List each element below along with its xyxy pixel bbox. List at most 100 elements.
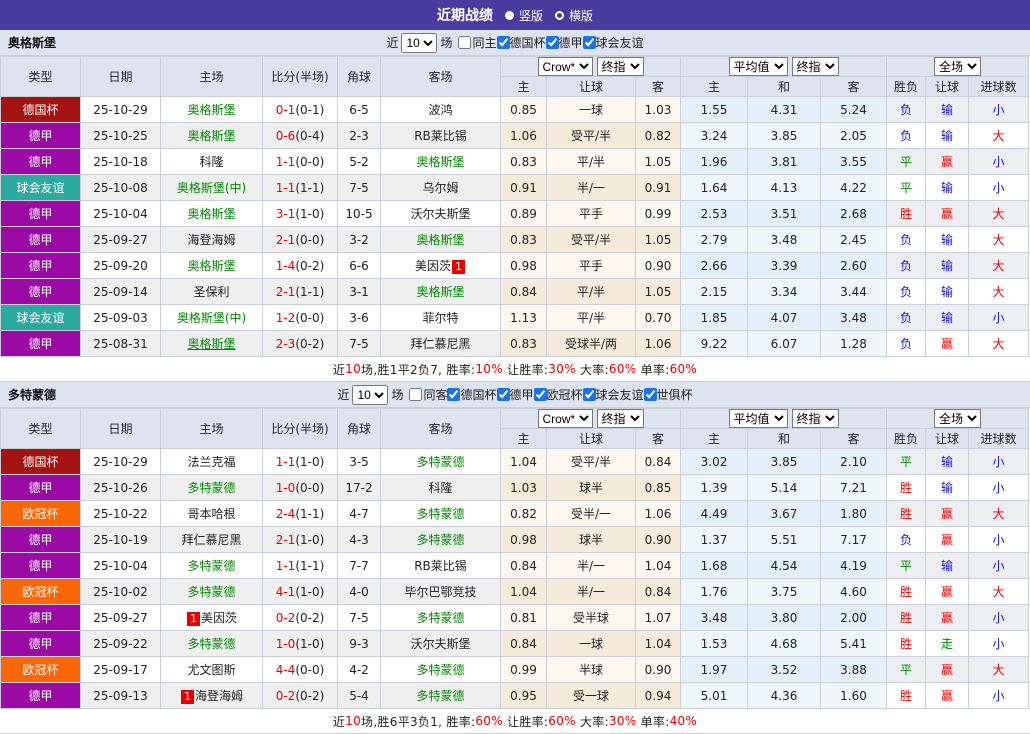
- league-checkbox[interactable]: [496, 36, 510, 49]
- team-link[interactable]: 多特蒙德: [187, 559, 235, 573]
- result-handicap: 输: [925, 474, 970, 501]
- league-checkbox[interactable]: [582, 388, 596, 401]
- result-handicap-value: 输: [941, 455, 954, 469]
- avg-away: 7.21: [819, 474, 888, 501]
- away-team: 乌尔姆: [380, 174, 501, 201]
- match-row: 德甲 25-10-19 拜仁慕尼黑 2-1(1-0) 4-3 多特蒙德 0.98 球半 0.90…: [0, 526, 1030, 553]
- scope-group-header: 全场: [886, 408, 1030, 429]
- same-venue-checkbox[interactable]: [409, 388, 423, 401]
- odds-away: 1.06: [635, 330, 681, 357]
- league-filter-1[interactable]: 德甲: [496, 386, 534, 403]
- team-link[interactable]: 奥格斯堡: [187, 207, 235, 221]
- same-venue-filter[interactable]: 同主: [452, 34, 497, 51]
- bookmaker-select[interactable]: Crow*: [537, 57, 593, 76]
- team-link[interactable]: 多特蒙德: [416, 611, 464, 625]
- league-badge: 欧冠杯: [0, 500, 81, 527]
- team-link[interactable]: RB莱比锡: [414, 559, 467, 573]
- team-link[interactable]: 法兰克福: [187, 455, 235, 469]
- team-link[interactable]: 乌尔姆: [422, 181, 458, 195]
- team-link[interactable]: 多特蒙德: [187, 481, 235, 495]
- league-filter-3[interactable]: 球会友谊: [582, 386, 644, 403]
- league-checkbox[interactable]: [545, 36, 559, 49]
- league-checkbox[interactable]: [533, 388, 547, 401]
- team-link[interactable]: 奥格斯堡(中): [177, 181, 246, 195]
- team-link[interactable]: 多特蒙德: [416, 689, 464, 703]
- avg-stage-select[interactable]: 终指: [791, 409, 839, 428]
- scope-select[interactable]: 全场: [934, 409, 982, 428]
- league-filter-0[interactable]: 德国杯: [496, 34, 546, 51]
- team-link[interactable]: 奥格斯堡(中): [177, 311, 246, 325]
- odds-stage-select[interactable]: 终指: [596, 57, 644, 76]
- average-select[interactable]: 平均值: [728, 409, 788, 428]
- team-link[interactable]: 科隆: [199, 155, 223, 169]
- team-link[interactable]: 多特蒙德: [187, 585, 235, 599]
- team-link[interactable]: 圣保利: [193, 285, 229, 299]
- team-link[interactable]: 多特蒙德: [416, 663, 464, 677]
- result-goals-value: 大: [992, 207, 1005, 221]
- home-team: 奥格斯堡: [160, 330, 263, 357]
- match-date: 25-09-13: [80, 682, 161, 709]
- avg-stage-select[interactable]: 终指: [791, 57, 839, 76]
- result-goals: 小: [968, 552, 1030, 579]
- league-checkbox-label: 德甲: [509, 388, 534, 402]
- team-link[interactable]: RB莱比锡: [414, 129, 467, 143]
- league-filter-4[interactable]: 世俱杯: [643, 386, 693, 403]
- league-checkbox[interactable]: [643, 388, 657, 401]
- team-link[interactable]: 奥格斯堡: [187, 337, 235, 351]
- league-checkbox[interactable]: [447, 388, 461, 401]
- team-link[interactable]: 奥格斯堡: [416, 233, 464, 247]
- halftime-score: (1-1): [295, 558, 325, 573]
- odds-away: 0.90: [635, 526, 681, 553]
- league-checkbox[interactable]: [496, 388, 510, 401]
- team-link[interactable]: 毕尔巴鄂竞技: [404, 585, 476, 599]
- league-filter-1[interactable]: 德甲: [545, 34, 583, 51]
- layout-radio-vertical[interactable]: 竖版: [504, 7, 543, 24]
- team-link[interactable]: 美因茨: [415, 259, 451, 273]
- team-link[interactable]: 海登海姆: [187, 233, 235, 247]
- result-handicap: 输: [925, 448, 970, 475]
- team-link[interactable]: 奥格斯堡: [187, 259, 235, 273]
- match-count-select[interactable]: 10: [352, 384, 389, 405]
- team-link[interactable]: 奥格斯堡: [187, 103, 235, 117]
- league-checkbox[interactable]: [582, 36, 596, 49]
- same-venue-checkbox[interactable]: [458, 36, 472, 49]
- team-link[interactable]: 多特蒙德: [187, 637, 235, 651]
- team-link[interactable]: 沃尔夫斯堡: [410, 207, 470, 221]
- team-link[interactable]: 美因茨: [201, 611, 237, 625]
- bookmaker-select[interactable]: Crow*: [537, 409, 593, 428]
- team-link[interactable]: 多特蒙德: [416, 533, 464, 547]
- odds-home: 0.91: [500, 174, 547, 201]
- team-link[interactable]: 奥格斯堡: [416, 155, 464, 169]
- col-goals-result: 进球数: [968, 76, 1030, 97]
- odds-handicap: 半/一: [546, 174, 636, 201]
- league-filter-0[interactable]: 德国杯: [447, 386, 497, 403]
- team-link[interactable]: 尤文图斯: [187, 663, 235, 677]
- team-link[interactable]: 拜仁慕尼黑: [410, 337, 470, 351]
- team-link[interactable]: 波鸿: [428, 103, 452, 117]
- result-goals: 大: [968, 500, 1030, 527]
- team-link[interactable]: 多特蒙德: [416, 507, 464, 521]
- score-cell: 1-4(0-2): [262, 252, 338, 279]
- team-link[interactable]: 菲尔特: [422, 311, 458, 325]
- team-link[interactable]: 沃尔夫斯堡: [410, 637, 470, 651]
- team-link[interactable]: 奥格斯堡: [187, 129, 235, 143]
- odds-stage-select[interactable]: 终指: [596, 409, 644, 428]
- league-filter-2[interactable]: 球会友谊: [582, 34, 644, 51]
- match-count-select[interactable]: 10: [401, 32, 438, 53]
- team-link[interactable]: 科隆: [428, 481, 452, 495]
- layout-radio-horizontal[interactable]: 横版: [555, 7, 593, 24]
- team-link[interactable]: 拜仁慕尼黑: [181, 533, 241, 547]
- match-date: 25-09-14: [80, 278, 161, 305]
- scope-select[interactable]: 全场: [934, 57, 982, 76]
- halftime-score: (0-0): [295, 232, 325, 247]
- team-link[interactable]: 哥本哈根: [187, 507, 235, 521]
- match-row: 德甲 25-10-26 多特蒙德 1-0(0-0) 17-2 科隆 1.03 球半 0.85 1.…: [0, 474, 1030, 501]
- team-link[interactable]: 海登海姆: [195, 689, 243, 703]
- same-venue-filter[interactable]: 同客: [403, 386, 447, 403]
- league-filter-2[interactable]: 欧冠杯: [533, 386, 583, 403]
- result-goals: 小: [968, 448, 1030, 475]
- average-select[interactable]: 平均值: [728, 57, 788, 76]
- team-link[interactable]: 奥格斯堡: [416, 285, 464, 299]
- team-link[interactable]: 多特蒙德: [416, 455, 464, 469]
- away-team: 奥格斯堡: [380, 278, 501, 305]
